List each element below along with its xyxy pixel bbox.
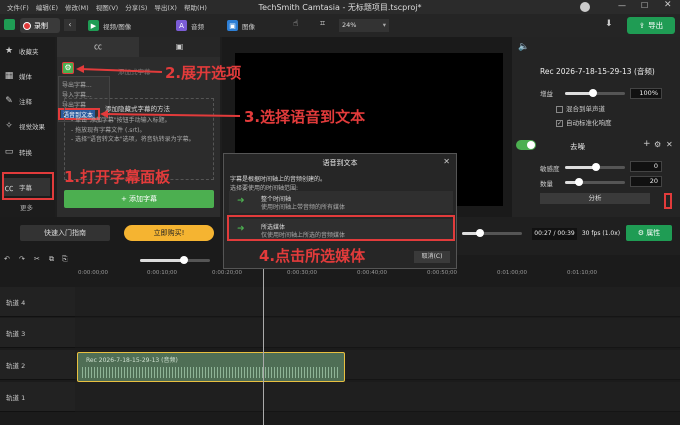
annotation-arrows xyxy=(76,65,241,118)
arrow-line xyxy=(79,68,163,73)
annotation-step-4: 4.点击所选媒体 xyxy=(259,247,366,265)
arrow-head xyxy=(76,65,84,73)
annotation-step-1: 1.打开字幕面板 xyxy=(64,168,171,186)
annotation-step-2: 2.展开选项 xyxy=(165,64,242,82)
arrow-head xyxy=(100,110,108,118)
annotation-step-3: 3.选择语音到文本 xyxy=(244,108,366,126)
arrow-line xyxy=(103,113,241,117)
